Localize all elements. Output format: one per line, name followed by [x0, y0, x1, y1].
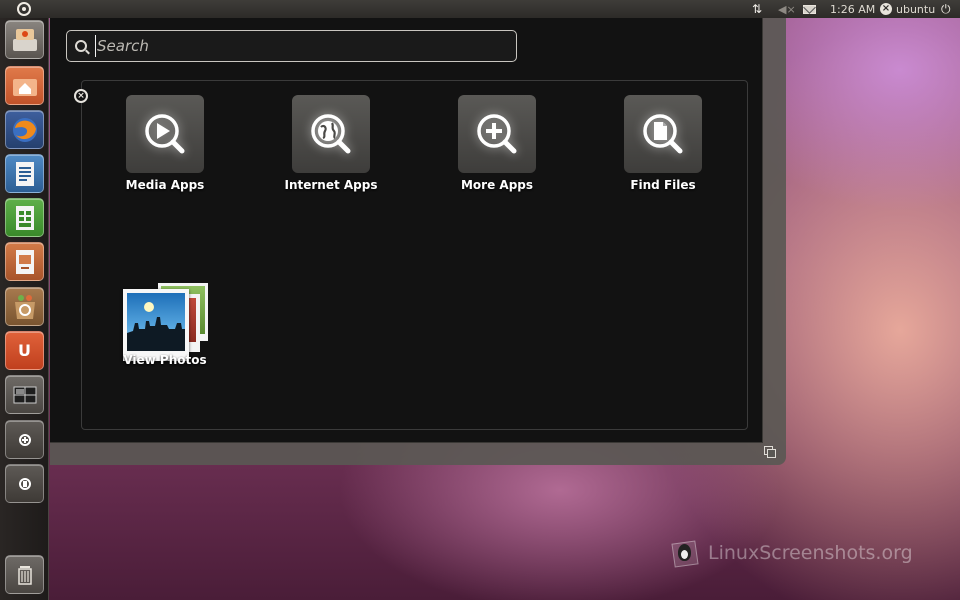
launcher-item-workspaces[interactable]	[5, 375, 44, 414]
shortcut-label: Find Files	[630, 178, 696, 192]
installer-icon	[12, 28, 37, 51]
shortcut-tile	[292, 95, 370, 173]
shortcut-media-apps[interactable]: Media Apps	[105, 95, 225, 205]
dash-home-button[interactable]	[14, 1, 34, 17]
media-apps-icon	[145, 114, 185, 154]
calc-icon	[15, 205, 34, 230]
launcher-item-trash[interactable]	[5, 555, 44, 594]
network-indicator[interactable]: ⇅	[752, 0, 762, 18]
launcher-item-installer[interactable]	[5, 20, 44, 59]
search-icon	[75, 40, 87, 52]
launcher-item-writer[interactable]	[5, 154, 44, 193]
launcher-item-files[interactable]	[5, 464, 44, 503]
find-files-icon	[643, 114, 683, 154]
user-status-icon: ×	[880, 3, 892, 15]
workspace-switcher-icon	[13, 386, 36, 403]
shortcut-label: Media Apps	[125, 178, 205, 192]
mail-icon	[803, 4, 816, 14]
shortcut-view-photos[interactable]: View Photos	[105, 270, 225, 380]
more-apps-icon	[477, 114, 517, 154]
network-icon: ⇅	[752, 2, 762, 16]
dash-resize-handle[interactable]	[763, 445, 777, 459]
shortcut-tile	[624, 95, 702, 173]
firefox-icon	[12, 117, 37, 142]
shortcut-more-apps[interactable]: More Apps	[437, 95, 557, 205]
internet-apps-icon	[311, 114, 351, 154]
impress-icon	[15, 249, 34, 274]
sound-indicator[interactable]: ◀×	[778, 0, 796, 18]
launcher-item-calc[interactable]	[5, 198, 44, 237]
ubuntu-one-icon: U	[18, 341, 31, 360]
home-folder-icon	[12, 78, 37, 96]
shortcut-tile	[458, 95, 536, 173]
launcher-item-home-folder[interactable]	[5, 66, 44, 105]
session-indicator[interactable]: ⏻	[941, 0, 951, 18]
launcher-item-applications[interactable]	[5, 420, 44, 459]
launcher-item-impress[interactable]	[5, 242, 44, 281]
writer-icon	[15, 161, 34, 186]
launcher: U	[0, 18, 49, 600]
files-lens-icon	[18, 477, 31, 490]
dash-overlay	[50, 18, 786, 465]
applications-lens-icon	[18, 433, 31, 446]
trash-icon	[17, 565, 32, 585]
launcher-item-ubuntu-one[interactable]: U	[5, 331, 44, 370]
launcher-item-firefox[interactable]	[5, 110, 44, 149]
watermark: LinuxScreenshots.org	[670, 536, 913, 570]
shortcut-find-files[interactable]: Find Files	[603, 95, 723, 205]
messaging-indicator[interactable]	[803, 0, 816, 18]
user-indicator[interactable]: × ubuntu	[880, 0, 935, 18]
shortcut-internet-apps[interactable]: Internet Apps	[271, 95, 391, 205]
clock-text: 1:26 AM	[830, 2, 876, 16]
volume-muted-icon: ◀×	[778, 2, 796, 16]
search-input[interactable]	[95, 35, 505, 57]
clock-indicator[interactable]: 1:26 AM	[830, 0, 875, 18]
launcher-item-software-center[interactable]	[5, 287, 44, 326]
search-box[interactable]	[66, 30, 517, 62]
user-name: ubuntu	[896, 2, 936, 16]
tux-logo-icon	[670, 538, 700, 568]
shortcut-label: More Apps	[460, 178, 534, 192]
shortcut-label: View Photos	[123, 353, 207, 367]
shortcut-tile	[126, 95, 204, 173]
ubuntu-logo-icon	[17, 2, 31, 16]
shortcut-label: Internet Apps	[284, 178, 378, 192]
software-center-icon	[14, 294, 35, 319]
close-dash-button[interactable]: ×	[74, 89, 88, 103]
power-icon: ⏻	[941, 1, 951, 16]
top-panel: ⇅ ◀× 1:26 AM × ubuntu ⏻	[0, 0, 960, 18]
watermark-text: LinuxScreenshots.org	[708, 542, 913, 564]
